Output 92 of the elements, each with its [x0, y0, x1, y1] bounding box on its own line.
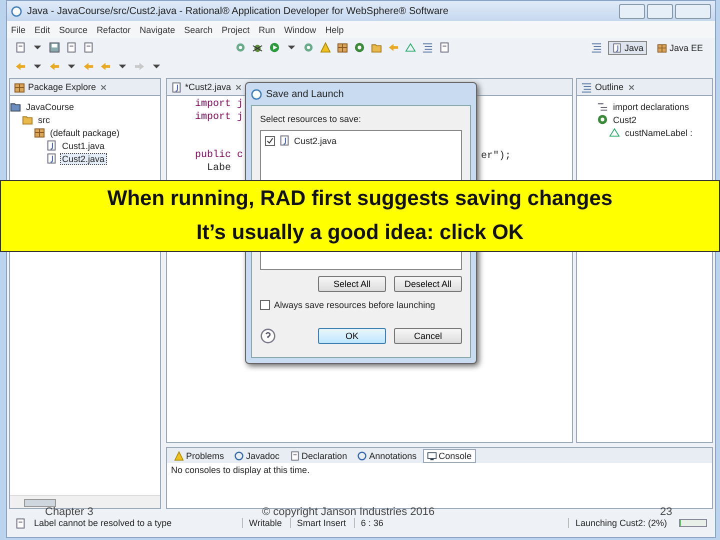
package-icon: [14, 82, 25, 92]
menu-item[interactable]: Source: [59, 24, 88, 34]
slide-number: 23: [660, 506, 672, 518]
view-tab[interactable]: Console: [422, 448, 476, 462]
code-line: er");: [481, 151, 512, 162]
tab-icon: [426, 450, 437, 460]
code-line: public c: [195, 149, 244, 162]
outline-icon: [581, 82, 592, 92]
check-icon: [266, 136, 274, 144]
tree-item[interactable]: Cust2: [611, 114, 639, 126]
dialog-prompt: Select resources to save:: [260, 114, 362, 124]
perspective-tab[interactable]: Java: [608, 40, 648, 54]
close-icon[interactable]: [234, 82, 244, 92]
view-tab[interactable]: Declaration: [286, 448, 352, 462]
menu-item[interactable]: Help: [325, 24, 344, 34]
callout-text: When running, RAD first suggests saving changes: [107, 188, 613, 210]
package-icon[interactable]: [337, 42, 348, 53]
scrollbar[interactable]: [10, 495, 160, 508]
java-file-icon: [171, 82, 182, 92]
code-line: import j: [195, 111, 244, 124]
menu-item[interactable]: Navigate: [140, 24, 176, 34]
editor-tab[interactable]: *Cust2.java: [185, 82, 232, 92]
perspective-icon: [657, 42, 668, 52]
tree-item[interactable]: src: [36, 114, 52, 126]
checkbox[interactable]: [260, 300, 270, 310]
code-line: Labe: [207, 162, 232, 175]
tree-item[interactable]: JavaCourse: [24, 100, 76, 112]
tree-item[interactable]: Cust2.java: [60, 152, 107, 164]
callout-text: It’s usually a good idea: click OK: [196, 222, 524, 244]
java-file-icon: [46, 153, 57, 164]
app-icon: [251, 88, 262, 100]
view-tab[interactable]: Javadoc: [230, 448, 284, 462]
tree-item[interactable]: (default package): [48, 126, 122, 138]
java-file-icon: [279, 135, 290, 146]
class-icon: [597, 114, 608, 125]
menu-item[interactable]: File: [11, 24, 26, 34]
status-icon: [15, 518, 26, 528]
tab-icon: [357, 450, 368, 460]
open-folder-icon[interactable]: [371, 42, 382, 53]
tab-icon: [174, 450, 184, 460]
open-perspective-icon[interactable]: [591, 42, 602, 53]
field-icon: [609, 127, 620, 138]
tree-item[interactable]: import declarations: [611, 100, 692, 112]
menu-item[interactable]: Edit: [34, 24, 50, 34]
dialog-button[interactable]: Select All: [318, 276, 386, 292]
menu-item[interactable]: Search: [184, 24, 213, 34]
code-line: import j: [195, 98, 244, 111]
view-tab[interactable]: Problems: [170, 448, 228, 462]
tree-item[interactable]: Cust1.java: [60, 140, 107, 152]
maximize-button[interactable]: [647, 4, 673, 18]
tab-icon: [234, 450, 244, 460]
help-icon[interactable]: [260, 328, 276, 344]
cancel-button[interactable]: Cancel: [394, 328, 462, 344]
save-icon[interactable]: [49, 42, 60, 53]
package-icon: [34, 127, 45, 138]
project-icon: [10, 101, 21, 112]
menu-item[interactable]: Window: [284, 24, 316, 34]
java-file-icon: [46, 140, 57, 151]
slide-chapter: Chapter 3: [45, 506, 94, 518]
list-item[interactable]: Cust2.java: [294, 136, 337, 146]
class-icon[interactable]: [354, 42, 366, 53]
app-icon: [11, 6, 22, 16]
window-title: Java - JavaCourse/src/Cust2.java - Rational® Application Developer for WebSphere® Software: [27, 6, 450, 16]
menu-item[interactable]: Run: [258, 24, 276, 34]
view-tab[interactable]: Annotations: [353, 448, 421, 462]
ok-button[interactable]: OK: [318, 328, 386, 344]
tree-item[interactable]: custNameLabel :: [623, 126, 695, 138]
console-message: No consoles to display at this time.: [170, 464, 311, 477]
status-message: Label cannot be resolved to a type: [34, 518, 173, 528]
view-tab[interactable]: Outline: [595, 82, 624, 92]
dialog-title: Save and Launch: [266, 88, 344, 100]
slide-copyright: © copyright Janson Industries 2016: [262, 506, 435, 518]
close-icon[interactable]: [626, 82, 636, 92]
dialog-button[interactable]: Deselect All: [394, 276, 462, 292]
status-field: Smart Insert: [290, 518, 346, 528]
close-button[interactable]: [675, 4, 711, 18]
folder-icon: [22, 114, 33, 125]
status-field: 6 : 36: [354, 518, 384, 528]
menu-item[interactable]: Project: [222, 24, 250, 34]
launch-status-text: Launching Cust2: (2%): [568, 518, 667, 528]
imports-icon: [597, 101, 608, 112]
perspective-icon: [612, 42, 622, 52]
minimize-button[interactable]: [619, 4, 645, 18]
close-icon[interactable]: [99, 82, 108, 92]
status-field: Writable: [242, 518, 282, 528]
checkbox-label: Always save resources before launching: [274, 300, 436, 310]
menu-item[interactable]: Refactor: [96, 24, 131, 34]
checkbox[interactable]: [265, 136, 275, 146]
new-icon[interactable]: [15, 42, 26, 53]
run-icon[interactable]: [269, 42, 280, 53]
tab-icon: [290, 450, 300, 460]
perspective-tab[interactable]: Java EE: [653, 40, 708, 54]
